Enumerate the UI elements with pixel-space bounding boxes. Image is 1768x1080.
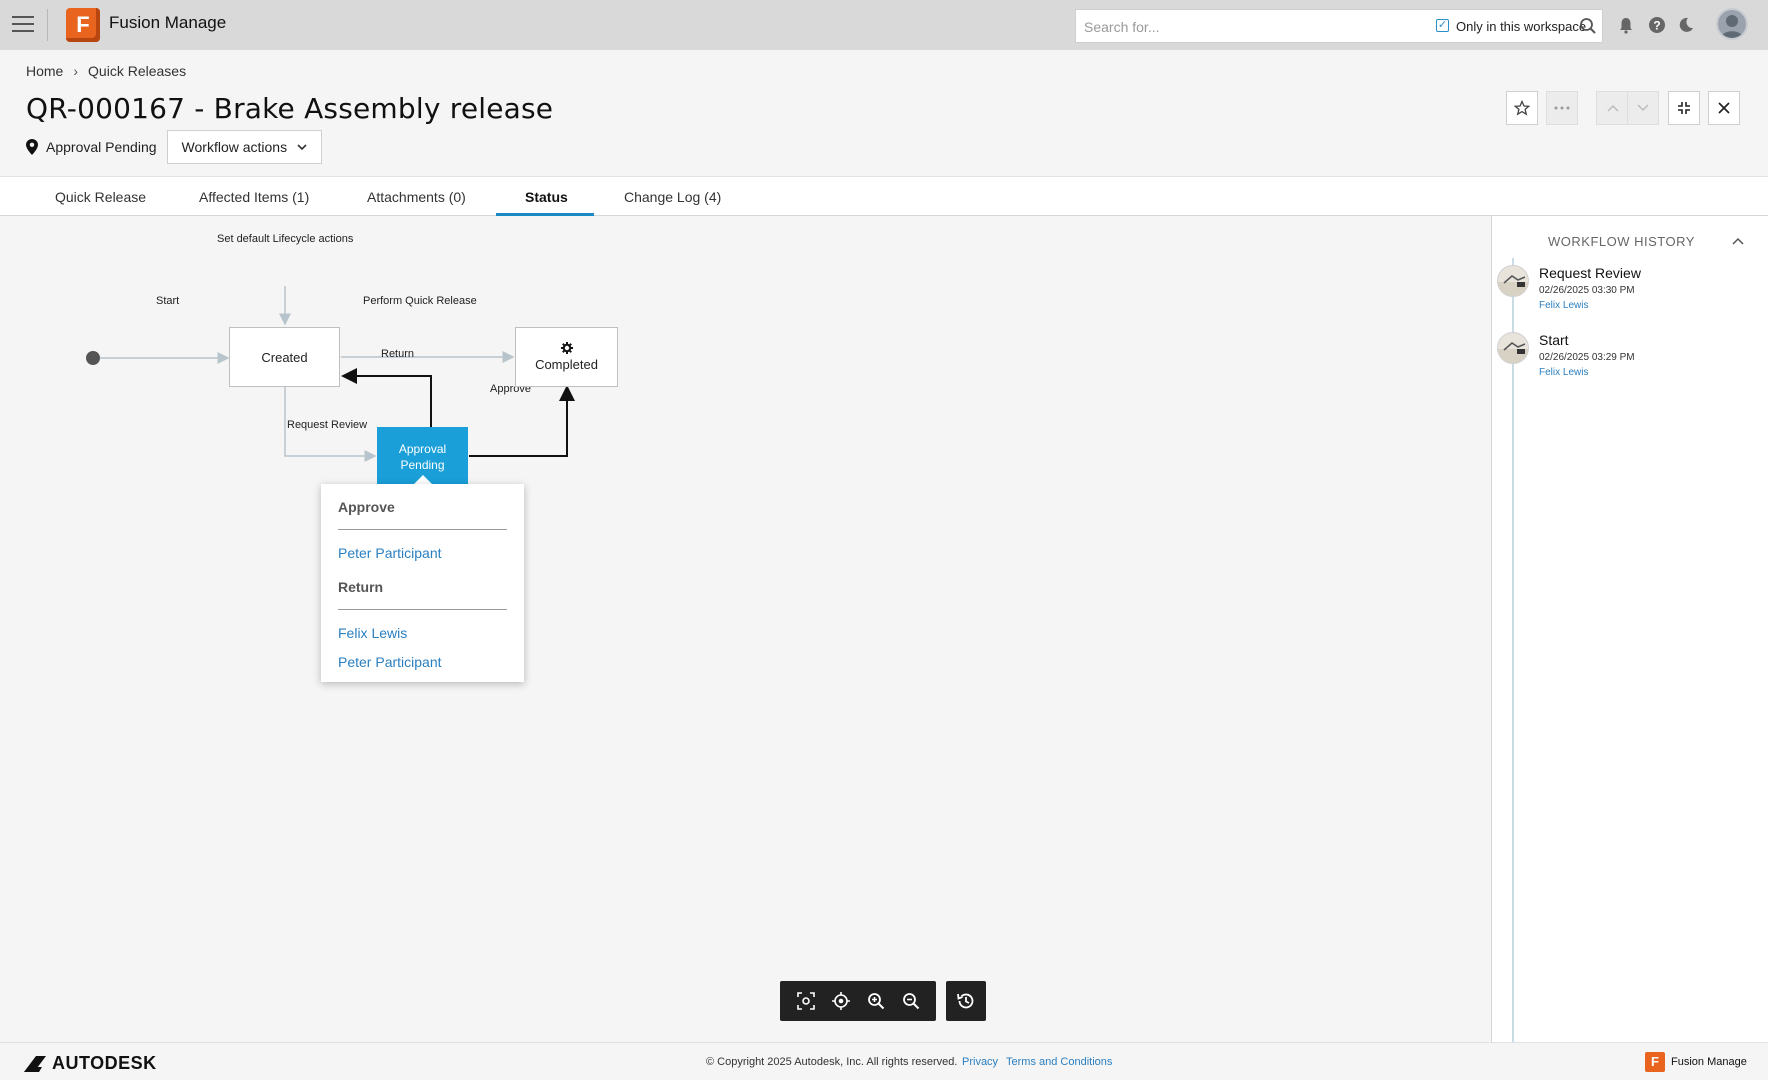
canvas-toolbar [780,981,936,1021]
chevron-up-icon[interactable] [1732,236,1744,246]
moon-icon[interactable] [1676,15,1696,35]
zoom-out-icon [902,993,919,1010]
fit-screen-icon [796,992,815,1010]
popover-user-link[interactable]: Peter Participant [338,545,442,561]
popover-user-link[interactable]: Felix Lewis [338,625,407,641]
fusion-manage-logo: F [1645,1052,1665,1072]
user-avatar [1497,265,1529,297]
history-user-link[interactable]: Felix Lewis [1539,367,1588,378]
menu-icon[interactable] [12,16,34,34]
app-logo[interactable]: F [66,8,100,42]
transition-request-review-label: Request Review [287,419,368,431]
state-node-created[interactable]: Created [229,327,340,387]
history-date: 02/26/2025 03:29 PM [1539,352,1635,363]
transition-perform-quick-release-label: Perform Quick Release [363,295,477,307]
user-avatar [1497,332,1529,364]
copyright-text: © Copyright 2025 Autodesk, Inc. All righ… [706,1056,958,1068]
collapse-view-button[interactable] [1668,91,1700,125]
tab-status[interactable]: Status [525,189,568,205]
center-button[interactable] [829,989,853,1013]
breadcrumb-home[interactable]: Home [26,63,63,79]
help-icon[interactable]: ? [1647,15,1667,35]
divider [47,9,48,41]
state-node-label: Created [261,349,308,365]
tab-attachments[interactable]: Attachments (0) [367,189,466,205]
autodesk-mark-icon [24,1055,46,1072]
chevron-right-icon: › [73,63,79,79]
search-input[interactable] [1082,16,1412,38]
next-item-button[interactable] [1627,91,1659,125]
more-icon [1554,106,1570,110]
history-action: Start [1539,332,1569,348]
autodesk-logo: AUTODESK [24,1053,157,1074]
history-icon [957,993,974,1009]
autodesk-wordmark: AUTODESK [52,1053,157,1073]
more-options-button[interactable] [1546,91,1578,125]
chevron-up-icon [1606,104,1619,112]
transition-return-label: Return [381,348,415,360]
terms-link[interactable]: Terms and Conditions [1006,1056,1112,1068]
previous-item-button[interactable] [1596,91,1628,125]
history-date: 02/26/2025 03:30 PM [1539,285,1635,296]
tab-bar: Quick Release Affected Items (1) Attachm… [0,176,1768,216]
svg-text:?: ? [1653,19,1660,33]
popover-section-return: Return [338,579,384,595]
state-node-label: Completed [535,357,598,372]
history-item: Start 02/26/2025 03:29 PM Felix Lewis [1497,332,1757,387]
gear-icon [560,342,573,354]
favorite-button[interactable] [1506,91,1538,125]
search-icon[interactable] [1579,17,1597,35]
state-node-completed[interactable]: Completed [515,327,618,387]
chevron-down-icon [297,143,307,150]
breadcrumb-quick-releases[interactable]: Quick Releases [88,63,186,79]
workspace-checkbox-label[interactable]: Only in this workspace [1456,19,1586,34]
chevron-down-icon [1637,104,1649,112]
close-button[interactable] [1708,91,1740,125]
state-node-label: Approval Pending [398,442,447,472]
close-icon [1718,102,1730,114]
zoom-out-button[interactable] [899,989,923,1013]
divider [338,609,507,610]
fit-to-screen-button[interactable] [794,989,818,1013]
zoom-in-icon [867,993,884,1010]
zoom-in-button[interactable] [864,989,888,1013]
history-item: Request Review 02/26/2025 03:30 PM Felix… [1497,265,1757,320]
transition-start-label: Start [156,295,180,307]
privacy-link[interactable]: Privacy [962,1056,998,1068]
footer-product-brand: F Fusion Manage [1645,1052,1747,1072]
popover-section-approve: Approve [338,499,395,515]
workspace-checkbox[interactable]: ✓ [1436,19,1449,32]
tab-affected-items[interactable]: Affected Items (1) [199,189,309,205]
star-icon [1514,100,1530,116]
workflow-actions-label: Workflow actions [181,139,288,155]
bell-icon[interactable] [1616,15,1636,35]
app-name[interactable]: Fusion Manage [109,13,226,33]
workflow-canvas[interactable]: Set default Lifecycle actions Start Perf… [0,216,1490,1042]
workflow-history-panel: WORKFLOW HISTORY Request Review 02/26/20… [1491,216,1768,1042]
transition-permissions-popover: Approve Peter Participant Return Felix L… [321,484,524,682]
footer-product-name: Fusion Manage [1671,1056,1747,1068]
popover-user-link[interactable]: Peter Participant [338,654,442,670]
history-toggle-button[interactable] [946,981,986,1021]
search-box: ✓ Only in this workspace [1075,9,1603,43]
transition-default-lifecycle-label: Set default Lifecycle actions [217,233,354,245]
target-icon [831,992,850,1010]
breadcrumb: Home › Quick Releases [26,63,186,79]
current-state: Approval Pending [46,139,157,155]
user-avatar[interactable] [1716,8,1748,40]
tab-quick-release[interactable]: Quick Release [55,189,146,205]
divider [338,529,507,530]
history-user-link[interactable]: Felix Lewis [1539,300,1588,311]
history-action: Request Review [1539,265,1641,281]
location-pin-icon [26,139,38,155]
workflow-actions-dropdown[interactable]: Workflow actions [166,130,323,164]
page-title: QR-000167 - Brake Assembly release [26,92,554,125]
workflow-edges [86,286,575,462]
tab-change-log[interactable]: Change Log (4) [624,189,721,205]
minimize-icon [1678,102,1690,114]
top-bar: F Fusion Manage ✓ Only in this workspace… [0,0,1768,50]
workflow-history-title: WORKFLOW HISTORY [1548,234,1695,249]
state-line: Approval Pending Workflow actions [26,130,323,164]
footer: AUTODESK © Copyright 2025 Autodesk, Inc.… [0,1042,1768,1080]
